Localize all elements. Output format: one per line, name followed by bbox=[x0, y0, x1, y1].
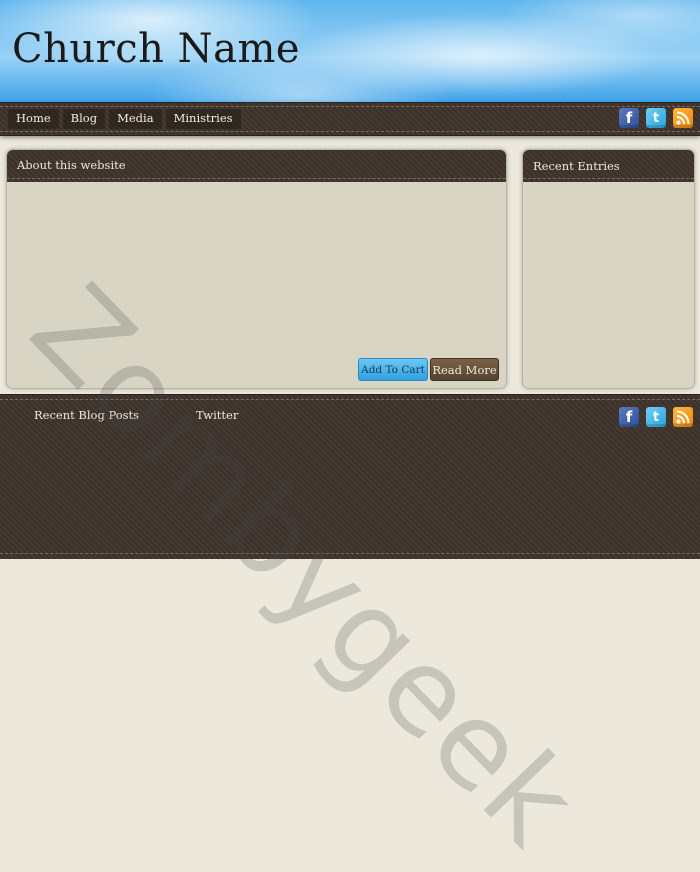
header-social-links: f t bbox=[619, 108, 693, 128]
rss-icon[interactable] bbox=[673, 407, 693, 427]
recent-entries-header: Recent Entries bbox=[523, 150, 694, 182]
facebook-icon[interactable]: f bbox=[619, 108, 639, 128]
about-panel-header: About this website bbox=[7, 150, 506, 182]
facebook-icon[interactable]: f bbox=[619, 407, 639, 427]
nav-item-ministries[interactable]: Ministries bbox=[165, 109, 241, 129]
site-title[interactable]: Church Name bbox=[12, 26, 300, 72]
twitter-icon[interactable]: t bbox=[646, 407, 666, 427]
twitter-heading: Twitter bbox=[196, 408, 239, 422]
add-to-cart-button[interactable]: Add To Cart bbox=[358, 358, 428, 381]
about-panel-title: About this website bbox=[17, 158, 126, 172]
site-header: Church Name bbox=[0, 0, 700, 104]
footer-social-links: f t bbox=[619, 407, 693, 427]
recent-entries-panel: Recent Entries bbox=[522, 149, 695, 389]
recent-blog-posts-heading: Recent Blog Posts bbox=[34, 408, 140, 422]
nav-menu: Home Blog Media Ministries bbox=[8, 109, 241, 129]
nav-item-blog[interactable]: Blog bbox=[62, 109, 106, 129]
main-navigation: Home Blog Media Ministries bbox=[0, 102, 700, 136]
rss-icon[interactable] bbox=[673, 108, 693, 128]
about-panel: About this website Add To Cart Read More bbox=[6, 149, 507, 389]
nav-item-media[interactable]: Media bbox=[109, 109, 162, 129]
nav-item-home[interactable]: Home bbox=[8, 109, 59, 129]
read-more-button[interactable]: Read More bbox=[430, 358, 499, 381]
recent-entries-title: Recent Entries bbox=[533, 159, 620, 173]
twitter-icon[interactable]: t bbox=[646, 108, 666, 128]
